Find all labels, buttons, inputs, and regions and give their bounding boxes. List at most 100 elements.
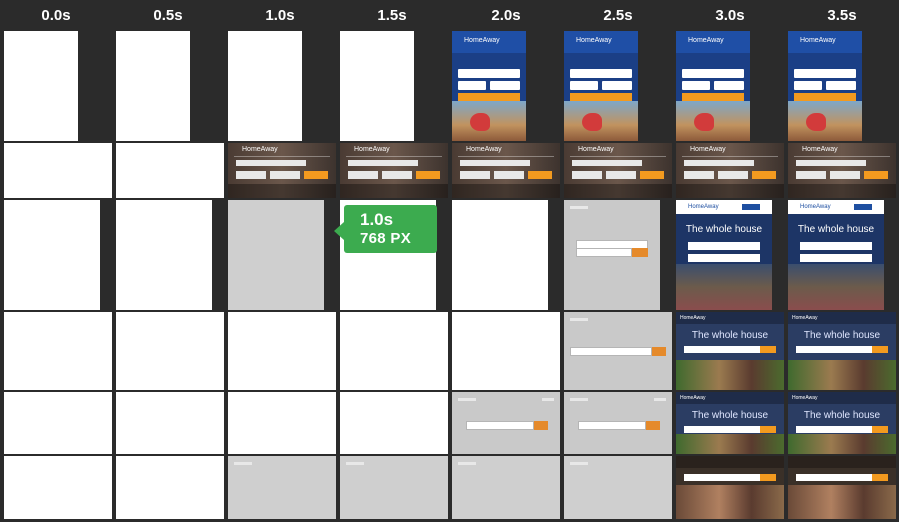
time-label-4: 2.0s xyxy=(491,7,521,24)
frame-loading xyxy=(564,312,672,390)
time-label-1: 0.5s xyxy=(153,7,183,24)
frame-loading xyxy=(452,392,560,454)
search-field xyxy=(688,242,760,250)
timeline-header: 0.0s 0.5s 1.0s 1.5s 2.0s 2.5s 3.0s 3.5s xyxy=(0,0,899,30)
hero-photo-detail xyxy=(470,113,490,131)
frame-blank xyxy=(452,312,560,390)
time-label-3: 1.5s xyxy=(377,7,407,24)
search-button xyxy=(652,347,666,356)
frame-banner-render: HomeAway xyxy=(564,143,672,198)
search-button xyxy=(528,171,552,179)
header-button xyxy=(742,204,760,210)
date-field xyxy=(826,81,856,90)
header-button xyxy=(854,204,872,210)
frame-gray xyxy=(564,456,672,519)
logo-text: HomeAway xyxy=(690,146,726,153)
logo-placeholder xyxy=(346,462,364,465)
logo-placeholder xyxy=(458,462,476,465)
search-bar xyxy=(570,347,652,356)
logo-text: HomeAway xyxy=(688,204,719,210)
search-button xyxy=(632,248,648,257)
viewport-row-desktop-b: HomeAway The whole house HomeAway The wh… xyxy=(0,391,899,455)
date-field xyxy=(796,171,826,179)
frame-desktop-render: HomeAway The whole house xyxy=(676,392,784,454)
nav-placeholder xyxy=(542,398,554,401)
time-label-5: 2.5s xyxy=(603,7,633,24)
search-button xyxy=(304,171,328,179)
logo-text: HomeAway xyxy=(578,146,614,153)
date-field xyxy=(236,171,266,179)
date-field xyxy=(830,171,860,179)
date-field xyxy=(800,254,872,262)
logo-text: HomeAway xyxy=(680,315,706,321)
frame-phone-render: HomeAway xyxy=(788,31,862,141)
search-bar xyxy=(466,421,534,430)
viewport-row-banner: HomeAway HomeAway HomeAway HomeAway Home xyxy=(0,142,899,199)
frame-tablet-render: HomeAway The whole house xyxy=(788,200,884,310)
search-button xyxy=(416,171,440,179)
search-button xyxy=(760,346,776,353)
hero-photo xyxy=(340,184,448,198)
search-button xyxy=(752,171,776,179)
viewport-row-desktop-c xyxy=(0,455,899,522)
search-bar xyxy=(576,248,632,257)
search-field xyxy=(796,160,866,166)
search-field xyxy=(682,69,744,78)
search-field xyxy=(236,160,306,166)
search-bar xyxy=(578,421,646,430)
frame-blank xyxy=(452,200,548,310)
frame-phone-render: HomeAway xyxy=(676,31,750,141)
logo-text: HomeAway xyxy=(242,146,278,153)
frame-gray xyxy=(228,456,336,519)
frame-desktop-render xyxy=(676,456,784,519)
divider xyxy=(794,156,890,157)
frame-banner-render: HomeAway xyxy=(228,143,336,198)
hero-photo xyxy=(788,360,896,390)
logo-text: HomeAway xyxy=(680,395,706,401)
date-field xyxy=(270,171,300,179)
logo-text: HomeAway xyxy=(800,37,836,44)
hero-headline: The whole house xyxy=(797,224,875,235)
search-field xyxy=(800,242,872,250)
date-field xyxy=(682,81,710,90)
frame-banner-render: HomeAway xyxy=(340,143,448,198)
hero-headline: The whole house xyxy=(803,410,881,421)
date-field xyxy=(606,171,636,179)
logo-text: HomeAway xyxy=(792,395,818,401)
hero-photo xyxy=(564,184,672,198)
frame-loading xyxy=(564,200,660,310)
logo-text: HomeAway xyxy=(802,146,838,153)
viewport-row-desktop-a: HomeAway The whole house HomeAway The wh… xyxy=(0,311,899,391)
callout-time: 1.0s xyxy=(360,210,394,229)
time-label-2: 1.0s xyxy=(265,7,295,24)
search-button xyxy=(646,421,660,430)
divider xyxy=(570,156,666,157)
logo-text: HomeAway xyxy=(354,146,390,153)
frame-blank xyxy=(4,143,112,198)
date-field xyxy=(684,171,714,179)
frame-desktop-render: HomeAway The whole house xyxy=(788,392,896,454)
date-field xyxy=(794,81,822,90)
search-field xyxy=(348,160,418,166)
viewport-row-tablet: HomeAway The whole house HomeAway The wh… xyxy=(0,199,899,311)
frame-blank xyxy=(116,312,224,390)
frame-banner-render: HomeAway xyxy=(788,143,896,198)
time-label-7: 3.5s xyxy=(827,7,857,24)
hero-photo xyxy=(788,264,884,310)
frame-blank xyxy=(340,31,414,141)
frame-desktop-render xyxy=(788,456,896,519)
frame-desktop-render: HomeAway The whole house xyxy=(788,312,896,390)
logo-text: HomeAway xyxy=(464,37,500,44)
hero-headline: The whole house xyxy=(803,330,881,341)
search-button xyxy=(872,426,888,433)
hero-photo-detail xyxy=(694,113,714,131)
frame-gray xyxy=(228,200,324,310)
divider xyxy=(458,156,554,157)
date-field xyxy=(570,81,598,90)
search-field xyxy=(570,69,632,78)
logo-text: HomeAway xyxy=(792,315,818,321)
time-label-6: 3.0s xyxy=(715,7,745,24)
date-field xyxy=(460,171,490,179)
frame-blank xyxy=(4,312,112,390)
frame-blank xyxy=(116,143,224,198)
